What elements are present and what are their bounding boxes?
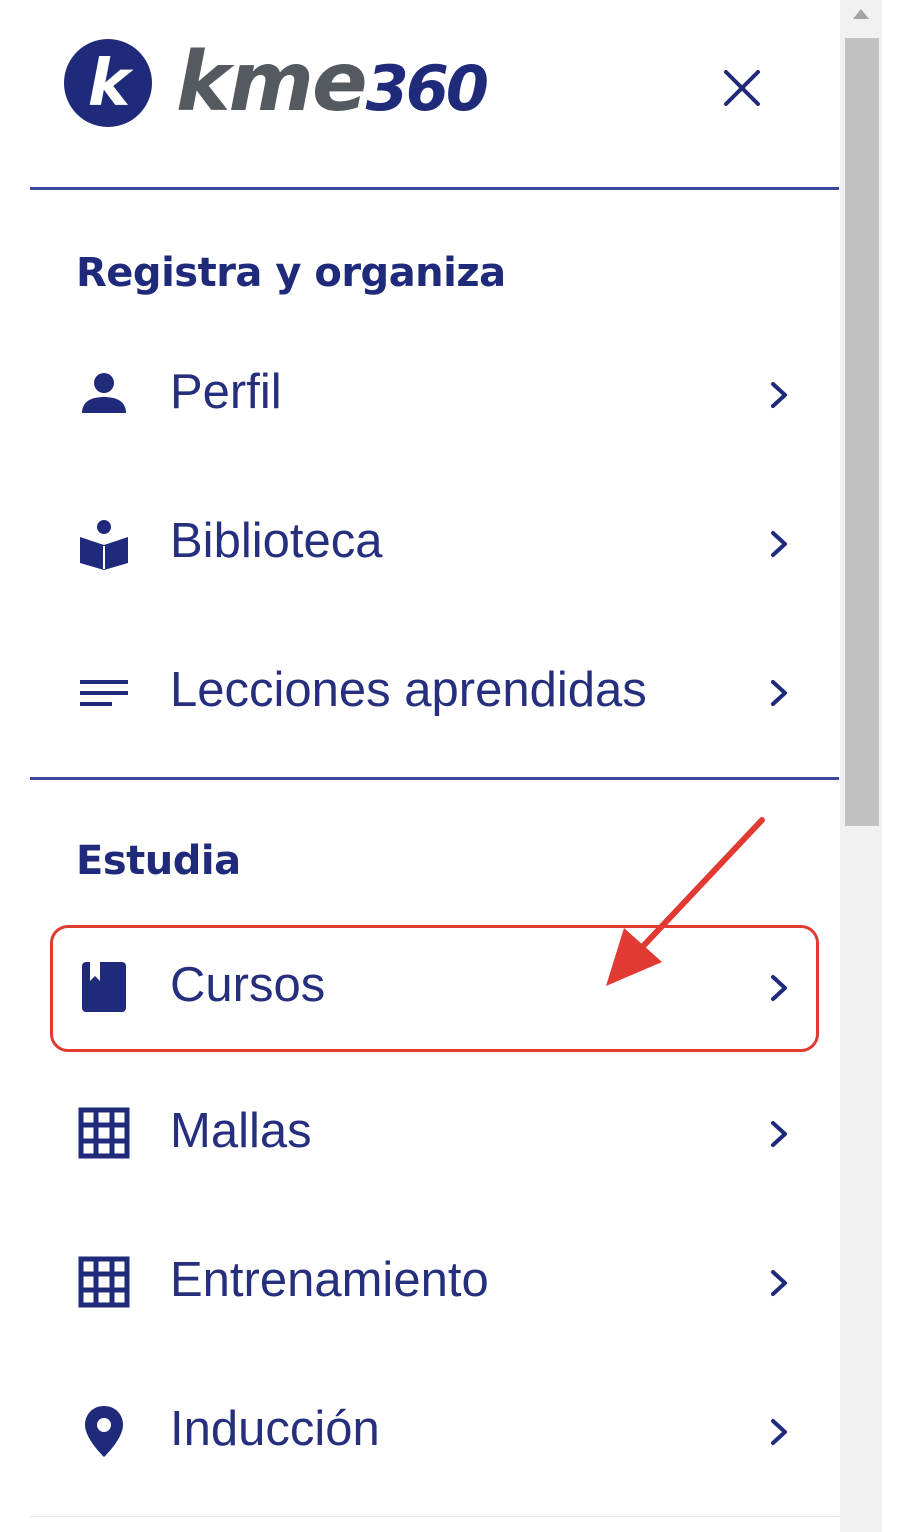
scrollbar[interactable] (840, 0, 882, 1532)
grid-icon (76, 1105, 132, 1161)
close-icon (724, 70, 760, 106)
section-divider (30, 777, 839, 780)
chevron-right-icon (764, 524, 794, 564)
menu-item-cursos[interactable]: Cursos (52, 924, 814, 1046)
logo-wordmark: kme360 (176, 42, 489, 125)
section-title-estudia: Estudia (76, 838, 241, 884)
menu-item-label: Mallas (170, 1104, 312, 1158)
grid-icon (76, 1254, 132, 1310)
person-icon (76, 366, 132, 422)
menu-item-mallas[interactable]: Mallas (52, 1070, 814, 1192)
lines-icon (76, 664, 132, 720)
menu-item-label: Inducción (170, 1402, 380, 1456)
chevron-right-icon (764, 1263, 794, 1303)
chevron-right-icon (764, 968, 794, 1008)
bottom-divider (30, 1516, 839, 1517)
location-pin-icon (76, 1403, 132, 1459)
menu-item-label: Cursos (170, 958, 326, 1012)
chevron-right-icon (764, 1412, 794, 1452)
brand-logo[interactable]: k kme360 (62, 38, 489, 128)
scroll-up-arrow-icon[interactable] (850, 6, 872, 22)
book-reader-icon (76, 515, 132, 571)
logo-k-icon: k (64, 39, 152, 127)
menu-item-label: Entrenamiento (170, 1253, 489, 1307)
navigation-drawer: k kme360 Registra y organiza Perfil Bibl… (0, 0, 914, 1532)
menu-item-label: Biblioteca (170, 514, 383, 568)
menu-item-entrenamiento[interactable]: Entrenamiento (52, 1219, 814, 1341)
chevron-right-icon (764, 375, 794, 415)
menu-item-perfil[interactable]: Perfil (52, 331, 814, 453)
menu-item-induccion[interactable]: Inducción (52, 1368, 814, 1490)
logo-letter: k (88, 47, 134, 121)
section-title-registra: Registra y organiza (76, 250, 506, 296)
scrollbar-thumb[interactable] (845, 38, 879, 826)
menu-item-lecciones-aprendidas[interactable]: Lecciones aprendidas (52, 629, 814, 751)
chevron-right-icon (764, 1114, 794, 1154)
menu-item-biblioteca[interactable]: Biblioteca (52, 480, 814, 602)
logo-wordmark-text: kme (176, 35, 368, 130)
header-divider (30, 187, 839, 190)
menu-item-label: Lecciones aprendidas (170, 663, 647, 717)
close-button[interactable] (714, 60, 770, 116)
logo-wordmark-number: 360 (365, 52, 489, 125)
notebook-icon (76, 959, 132, 1015)
menu-item-label: Perfil (170, 365, 282, 419)
chevron-right-icon (764, 673, 794, 713)
